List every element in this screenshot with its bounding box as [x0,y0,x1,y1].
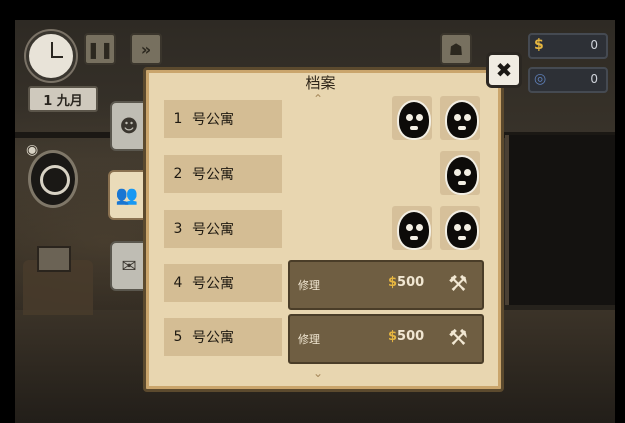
tenant-face-icon [397,210,431,250]
tenant-portrait[interactable] [440,206,480,250]
repair-price-value: 500 [397,275,425,290]
apartment-name: 号公寓 [192,167,234,183]
apartment-number: 3 [173,221,183,237]
apartment-row[interactable]: 5 号公寓 修理 $500 ⚒ [160,314,484,364]
close-icon: ✖ [495,58,513,82]
repair-price-value: 500 [397,329,425,344]
pause-icon: ❚❚ [86,39,114,59]
tab-apartments[interactable]: 👥 [108,170,146,220]
tenant-face-icon [445,210,479,250]
pause-button[interactable]: ❚❚ [84,33,116,65]
apartment-number: 1 [173,111,183,127]
money-bar: $ 0 [528,33,608,59]
fast-forward-icon: » [140,39,152,59]
close-button[interactable]: ✖ [486,52,522,88]
head-icon: ☗ [448,39,464,59]
television [37,246,71,272]
dark-doorway [505,135,615,305]
apartment-label: 3 号公寓 [164,210,282,248]
tenant-face-icon [445,155,479,195]
apartment-label: 1 号公寓 [164,100,282,138]
clock-hand-hour [51,56,63,58]
tenant-face-icon [445,100,479,140]
tenant-portrait[interactable] [392,96,432,140]
apartment-number: 5 [173,329,183,345]
repair-label: 修理 [298,333,320,346]
apartment-label: 4 号公寓 [164,264,282,302]
dollar-sign: $ [388,329,398,344]
money-icon: $ [534,37,544,53]
money-value: 0 [590,38,598,52]
tenant-ghost-icon: ☻ [119,115,139,137]
repair-price: $500 [388,329,424,344]
tenant-portrait[interactable] [440,151,480,195]
apartment-number: 4 [173,275,183,291]
apartment-row[interactable]: 3 号公寓 [160,206,484,254]
apartment-row[interactable]: 2 号公寓 [160,151,484,199]
repair-label: 修理 [298,279,320,292]
apartment-name: 号公寓 [192,276,234,292]
apartment-name: 号公寓 [192,112,234,128]
hammer-wrench-icon: ⚒ [448,272,468,297]
repair-button[interactable]: 修理 $500 ⚒ [288,314,484,364]
reputation-value: 0 [590,72,598,86]
apartment-name: 号公寓 [192,330,234,346]
panel-title: 档案 [305,74,336,92]
player-avatar[interactable] [28,150,78,208]
reputation-icon: ◎ [534,71,547,87]
apartment-label: 5 号公寓 [164,318,282,356]
tenant-portrait[interactable] [440,96,480,140]
clock-icon[interactable] [26,31,76,81]
scroll-down-icon[interactable]: ⌄ [313,366,323,380]
hammer-wrench-icon: ⚒ [448,326,468,351]
profile-button[interactable]: ☗ [440,33,472,65]
document-icon: ✉ [121,255,137,277]
reputation-bar: ◎ 0 [528,67,608,93]
apartment-row[interactable]: 4 号公寓 修理 $500 ⚒ [160,260,484,310]
tenant-face-icon [397,100,431,140]
clock-hand-minute [51,42,53,57]
apartment-name: 号公寓 [192,222,234,238]
fast-forward-button[interactable]: » [130,33,162,65]
dollar-sign: $ [388,275,398,290]
apartment-number: 2 [173,166,183,182]
eye-icon [40,165,70,195]
apartment-row[interactable]: 1 号公寓 [160,96,484,144]
repair-button[interactable]: 修理 $500 ⚒ [288,260,484,310]
people-icon: 👥 [115,184,139,206]
apartment-label: 2 号公寓 [164,155,282,193]
repair-price: $500 [388,275,424,290]
tenant-portrait[interactable] [392,206,432,250]
date-label: 1 九月 [28,86,98,112]
